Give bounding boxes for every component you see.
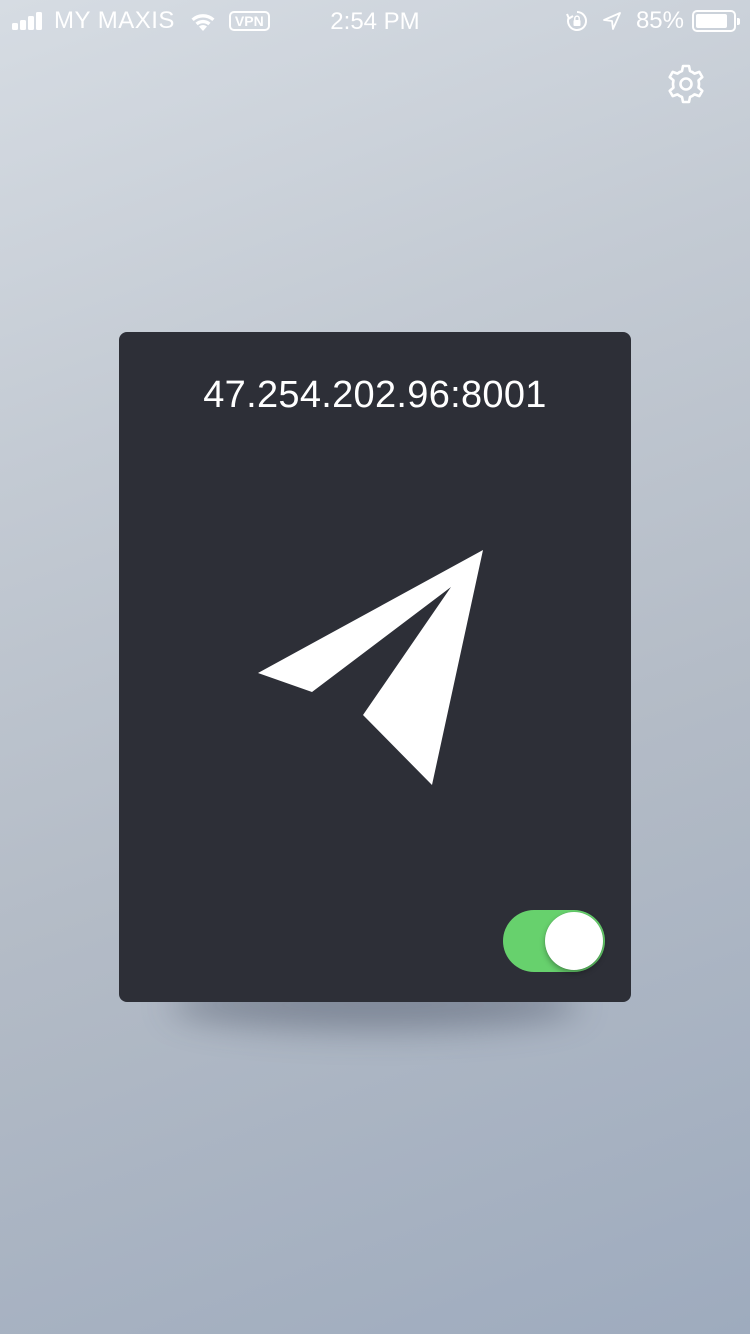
battery-nub — [737, 18, 740, 25]
toggle-knob[interactable] — [545, 912, 603, 970]
signal-icon — [12, 12, 44, 30]
vpn-badge: VPN — [228, 11, 270, 31]
vpn-card: 47.254.202.96:8001 — [119, 332, 631, 1002]
paper-plane-icon — [258, 550, 483, 785]
battery-icon — [692, 10, 740, 32]
gear-icon — [668, 64, 704, 104]
rotation-lock-icon — [566, 11, 587, 31]
status-right: 85% — [566, 7, 740, 34]
location-arrow-icon — [603, 12, 621, 30]
carrier-name: MY MAXIS — [54, 7, 175, 34]
server-address: 47.254.202.96:8001 — [203, 374, 547, 416]
wifi-icon — [191, 14, 215, 31]
settings-button[interactable] — [660, 58, 712, 110]
battery-percent: 85% — [635, 7, 684, 34]
status-bar: MY MAXIS VPN 2:54 PM 85% — [0, 0, 750, 40]
battery-fill — [696, 14, 727, 28]
status-left: MY MAXIS VPN — [12, 7, 270, 34]
connection-toggle[interactable] — [503, 910, 605, 972]
